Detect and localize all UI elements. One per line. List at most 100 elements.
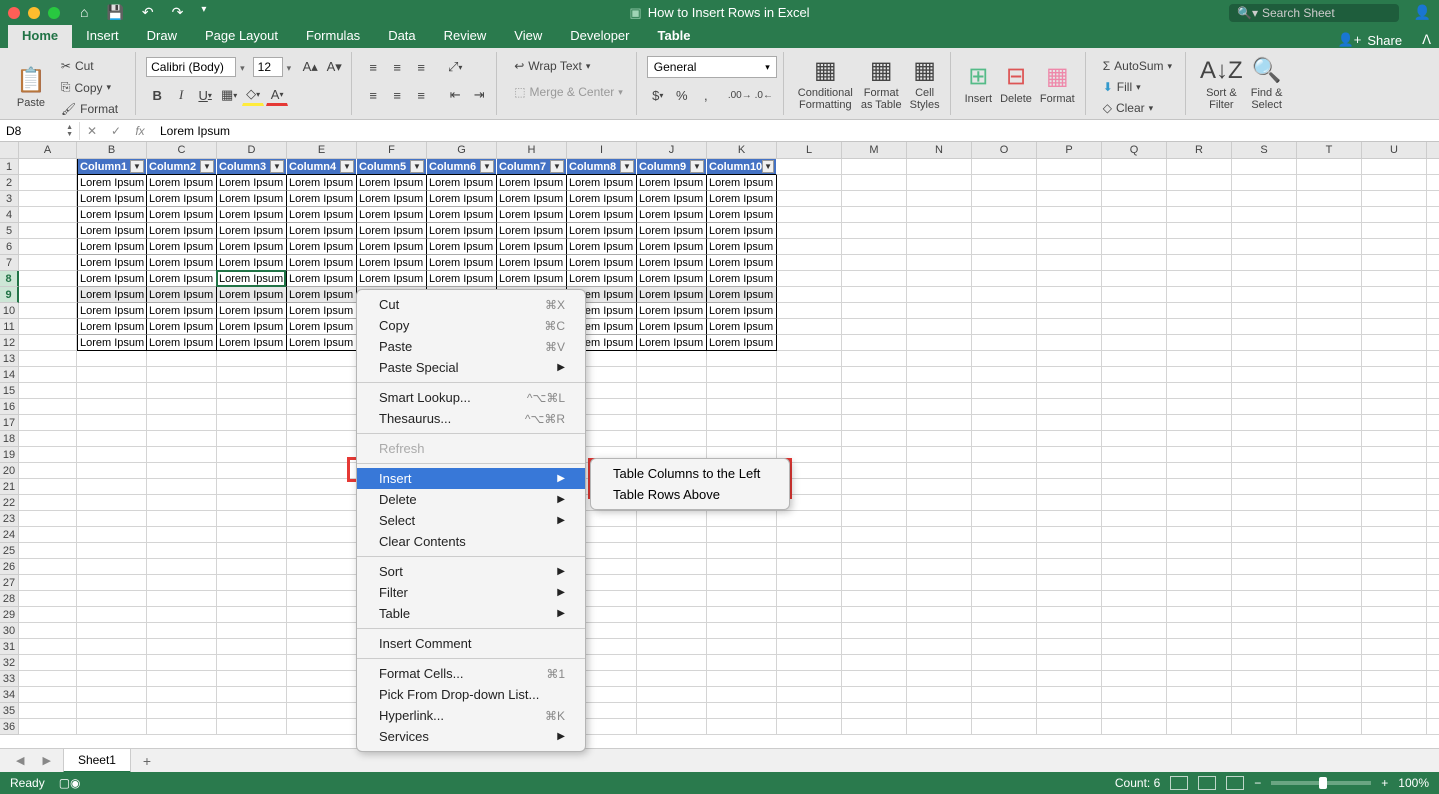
cell[interactable] xyxy=(1232,543,1297,559)
cell[interactable]: Lorem Ipsum xyxy=(77,239,147,255)
cell[interactable] xyxy=(1167,383,1232,399)
cell[interactable]: Lorem Ipsum xyxy=(217,319,287,335)
cell[interactable] xyxy=(707,415,777,431)
cell[interactable] xyxy=(1427,175,1439,191)
row-header[interactable]: 26 xyxy=(0,559,19,575)
cell[interactable] xyxy=(217,351,287,367)
cell[interactable] xyxy=(777,655,842,671)
cell[interactable] xyxy=(19,623,77,639)
filter-dropdown-icon[interactable]: ▼ xyxy=(130,160,144,173)
row-header[interactable]: 25 xyxy=(0,543,19,559)
cell[interactable] xyxy=(19,207,77,223)
cell[interactable] xyxy=(907,287,972,303)
cell[interactable] xyxy=(1297,271,1362,287)
cell[interactable] xyxy=(842,495,907,511)
cell[interactable] xyxy=(907,159,972,175)
column-header[interactable]: B xyxy=(77,142,147,159)
cell[interactable] xyxy=(217,511,287,527)
cell[interactable] xyxy=(1297,335,1362,351)
cell[interactable] xyxy=(777,351,842,367)
cell[interactable] xyxy=(907,303,972,319)
cell[interactable] xyxy=(1167,623,1232,639)
cell[interactable] xyxy=(972,575,1037,591)
cell[interactable]: Lorem Ipsum xyxy=(357,191,427,207)
cell[interactable] xyxy=(19,719,77,735)
cell[interactable]: Lorem Ipsum xyxy=(287,255,357,271)
cell[interactable]: Lorem Ipsum xyxy=(567,175,637,191)
cell[interactable]: Lorem Ipsum xyxy=(567,207,637,223)
context-menu-item[interactable]: Filter▶ xyxy=(357,582,585,603)
zoom-out-button[interactable]: − xyxy=(1254,776,1261,790)
cell[interactable] xyxy=(1167,367,1232,383)
cell[interactable] xyxy=(1297,399,1362,415)
sheet-nav-prev[interactable]: ◀ xyxy=(10,754,30,767)
cell[interactable] xyxy=(972,447,1037,463)
cell[interactable] xyxy=(1167,655,1232,671)
select-all-corner[interactable] xyxy=(0,142,19,159)
cell[interactable]: Lorem Ipsum xyxy=(567,271,637,287)
cell[interactable]: Lorem Ipsum xyxy=(637,191,707,207)
cell[interactable] xyxy=(1297,719,1362,735)
cell[interactable] xyxy=(19,383,77,399)
row-header[interactable]: 10 xyxy=(0,303,19,319)
font-size-input[interactable] xyxy=(253,57,283,77)
cell[interactable]: Lorem Ipsum xyxy=(427,239,497,255)
decrease-font-icon[interactable]: A▾ xyxy=(323,56,345,78)
cell[interactable] xyxy=(19,271,77,287)
cell[interactable] xyxy=(1362,687,1427,703)
cell[interactable] xyxy=(907,703,972,719)
cell[interactable] xyxy=(907,575,972,591)
cell[interactable] xyxy=(842,719,907,735)
cell[interactable]: Lorem Ipsum xyxy=(637,255,707,271)
cell[interactable] xyxy=(907,239,972,255)
find-select-button[interactable]: 🔍Find & Select xyxy=(1247,52,1287,115)
cell[interactable] xyxy=(1297,559,1362,575)
cell[interactable] xyxy=(972,719,1037,735)
cell[interactable] xyxy=(19,431,77,447)
cell[interactable] xyxy=(147,463,217,479)
cell[interactable] xyxy=(1167,527,1232,543)
cell[interactable] xyxy=(217,383,287,399)
row-header[interactable]: 3 xyxy=(0,191,19,207)
cell[interactable] xyxy=(907,607,972,623)
cell[interactable] xyxy=(1232,367,1297,383)
cell[interactable] xyxy=(637,511,707,527)
cell[interactable] xyxy=(1297,463,1362,479)
cell[interactable] xyxy=(972,223,1037,239)
cell[interactable] xyxy=(842,447,907,463)
cell[interactable] xyxy=(1232,511,1297,527)
cell[interactable] xyxy=(777,719,842,735)
cell[interactable] xyxy=(287,671,357,687)
tab-page-layout[interactable]: Page Layout xyxy=(191,23,292,48)
cell[interactable] xyxy=(707,431,777,447)
copy-button[interactable]: ⎘Copy▾ xyxy=(54,77,125,98)
align-middle-button[interactable]: ≡ xyxy=(386,56,408,78)
font-color-button[interactable]: A▾ xyxy=(266,84,288,106)
cell[interactable]: Lorem Ipsum xyxy=(77,191,147,207)
cell[interactable] xyxy=(19,287,77,303)
cell[interactable] xyxy=(1427,287,1439,303)
cell[interactable] xyxy=(1102,351,1167,367)
cell[interactable] xyxy=(1232,479,1297,495)
cell[interactable] xyxy=(1037,591,1102,607)
row-header[interactable]: 5 xyxy=(0,223,19,239)
cell[interactable] xyxy=(777,527,842,543)
cell[interactable] xyxy=(1427,367,1439,383)
cell[interactable] xyxy=(1037,447,1102,463)
format-as-table-button[interactable]: ▦Format as Table xyxy=(857,52,906,115)
cell[interactable] xyxy=(972,639,1037,655)
cell[interactable]: Lorem Ipsum xyxy=(77,303,147,319)
cell[interactable] xyxy=(287,719,357,735)
cell[interactable] xyxy=(842,207,907,223)
cell[interactable] xyxy=(1167,207,1232,223)
cell[interactable] xyxy=(217,623,287,639)
cell[interactable] xyxy=(1427,351,1439,367)
row-header[interactable]: 15 xyxy=(0,383,19,399)
cell[interactable]: Lorem Ipsum xyxy=(147,207,217,223)
cell[interactable]: Lorem Ipsum xyxy=(567,223,637,239)
column-header[interactable]: N xyxy=(907,142,972,159)
column-header[interactable]: Q xyxy=(1102,142,1167,159)
sheet-nav-next[interactable]: ▶ xyxy=(36,754,56,767)
cell[interactable] xyxy=(1037,159,1102,175)
cell[interactable] xyxy=(19,703,77,719)
